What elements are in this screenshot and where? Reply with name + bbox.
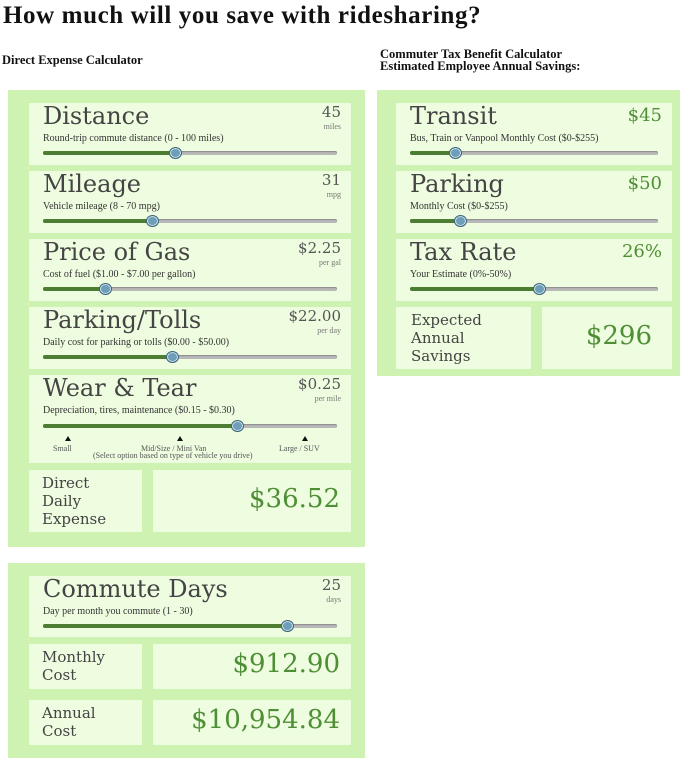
direct-expense-panel: Distance 45 miles Round-trip commute dis… [8,90,365,547]
expected-annual-savings-value: $296 [585,321,652,351]
parking-tolls-card: Parking/Tolls $22.00 per day Daily cost … [29,306,351,369]
mileage-slider[interactable] [43,215,337,227]
commute-days-card: Commute Days 25 days Day per month you c… [29,575,351,637]
parking-tolls-desc: Daily cost for parking or tolls ($0.00 -… [43,337,230,348]
parking-tolls-value: $22.00 [288,307,342,325]
parking-value: $50 [627,173,662,194]
gas-price-card: Price of Gas $2.25 per gal Cost of fuel … [29,238,351,301]
mileage-unit: mpg [326,190,341,199]
vehicle-mark-small: Small [53,444,72,453]
mileage-slider-fill [43,219,152,223]
parking-tolls-unit: per day [317,326,341,335]
tax-calculator-heading: Commuter Tax Benefit Calculator Estimate… [380,48,581,73]
gas-price-slider[interactable] [43,283,337,295]
tax-rate-desc: Your Estimate (0%-50%) [410,269,512,280]
commute-days-value: 25 [321,576,341,594]
commute-days-slider-handle[interactable] [281,620,295,632]
parking-tolls-label: Parking/Tolls [43,306,202,334]
transit-slider[interactable] [410,147,658,159]
wear-tear-unit: per mile [314,394,341,403]
distance-card: Distance 45 miles Round-trip commute dis… [29,102,351,165]
parking-desc: Monthly Cost ($0-$255) [410,201,508,212]
vehicle-mark-large: Large / SUV [279,444,320,453]
mileage-slider-handle[interactable] [145,215,159,227]
expected-savings-label-card: Expected Annual Savings [396,307,531,369]
monthly-cost-label-card: Monthly Cost [29,644,142,689]
direct-calculator-heading: Direct Expense Calculator [2,53,143,67]
tax-benefit-panel: Transit $45 Bus, Train or Vanpool Monthl… [377,90,680,376]
gas-price-slider-handle[interactable] [98,283,112,295]
tick-mark-large [302,436,308,441]
distance-value: 45 [321,103,341,121]
commute-days-unit: days [326,595,341,604]
parking-label: Parking [410,170,504,198]
transit-value: $45 [627,105,662,126]
direct-daily-expense-label: Direct Daily Expense [42,474,107,528]
commute-days-slider[interactable] [43,620,337,632]
direct-daily-value-card: $36.52 [153,470,351,532]
tax-rate-label: Tax Rate [410,238,517,266]
annual-cost-value-card: $10,954.84 [153,700,351,745]
tax-rate-value: 26% [621,241,662,262]
tax-rate-slider-handle[interactable] [532,283,546,295]
gas-price-slider-fill [43,287,105,291]
wear-tear-label: Wear & Tear [43,374,197,402]
parking-tolls-slider-fill [43,355,173,359]
tax-rate-card: Tax Rate 26% Your Estimate (0%-50%) [396,238,672,301]
distance-slider-fill [43,151,176,155]
gas-price-value: $2.25 [298,239,341,257]
wear-tear-slider-fill [43,424,238,428]
expected-savings-value-card: $296 [542,307,672,369]
tick-mark-midsize [177,436,183,441]
page-title: How much will you save with ridesharing? [3,2,482,29]
direct-daily-label-card: Direct Daily Expense [29,470,142,532]
parking-slider-fill [410,219,460,223]
tick-mark-small [65,436,71,441]
parking-tolls-slider[interactable] [43,351,337,363]
commute-days-label: Commute Days [43,575,228,603]
parking-tolls-slider-handle[interactable] [166,351,180,363]
mileage-desc: Vehicle mileage (8 - 70 mpg) [43,201,160,212]
transit-slider-fill [410,151,455,155]
tax-rate-slider-fill [410,287,539,291]
mileage-label: Mileage [43,170,142,198]
distance-slider-handle[interactable] [169,147,183,159]
parking-slider[interactable] [410,215,658,227]
gas-price-label: Price of Gas [43,238,191,266]
wear-tear-slider[interactable] [43,420,337,432]
gas-price-desc: Cost of fuel ($1.00 - $7.00 per gallon) [43,269,196,280]
direct-daily-expense-value: $36.52 [249,484,340,514]
commute-days-panel: Commute Days 25 days Day per month you c… [8,563,365,758]
tax-heading-line2: Estimated Employee Annual Savings: [380,59,581,73]
wear-tear-desc: Depreciation, tires, maintenance ($0.15 … [43,405,235,416]
transit-label: Transit [410,102,497,130]
transit-slider-handle[interactable] [448,147,462,159]
commute-days-slider-fill [43,624,288,628]
transit-desc: Bus, Train or Vanpool Monthly Cost ($0-$… [410,133,599,144]
mileage-value: 31 [321,171,341,189]
distance-unit: miles [323,122,341,131]
expected-annual-savings-label: Expected Annual Savings [411,311,482,365]
annual-cost-value: $10,954.84 [191,705,340,735]
wear-tear-slider-handle[interactable] [231,420,245,432]
distance-slider[interactable] [43,147,337,159]
gas-price-unit: per gal [319,258,341,267]
annual-cost-label-card: Annual Cost [29,700,142,745]
parking-card: Parking $50 Monthly Cost ($0-$255) [396,170,672,233]
commute-days-desc: Day per month you commute (1 - 30) [43,606,193,617]
monthly-cost-value: $912.90 [232,649,340,679]
parking-slider-handle[interactable] [453,215,467,227]
mileage-card: Mileage 31 mpg Vehicle mileage (8 - 70 m… [29,170,351,233]
tax-rate-slider[interactable] [410,283,658,295]
monthly-cost-label: Monthly Cost [42,648,106,684]
transit-card: Transit $45 Bus, Train or Vanpool Monthl… [396,102,672,165]
vehicle-hint: (Select option based on type of vehicle … [93,451,253,460]
distance-label: Distance [43,102,150,130]
distance-desc: Round-trip commute distance (0 - 100 mil… [43,133,224,144]
wear-tear-value: $0.25 [298,375,341,393]
annual-cost-label: Annual Cost [42,704,96,740]
monthly-cost-value-card: $912.90 [153,644,351,689]
wear-tear-card: Wear & Tear $0.25 per mile Depreciation,… [29,374,351,463]
